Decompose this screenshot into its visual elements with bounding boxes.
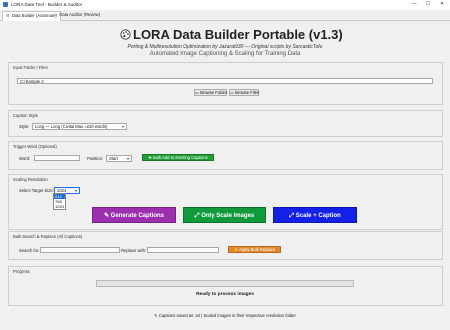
input-folder-section: Input Folder / Files C:/Sample 2 ▭ Brows…: [8, 62, 443, 105]
position-value: Start: [109, 156, 118, 161]
scale-caption-button[interactable]: ⤢ Scale + Caption: [273, 207, 357, 223]
section-title: Bulk Search & Replace (All Captions): [13, 234, 83, 239]
trigger-word-input[interactable]: [34, 155, 80, 161]
target-size-label: Select Target Size:: [19, 188, 54, 193]
tagline: Automated Image Captioning & Scaling for…: [149, 51, 301, 57]
word-label: Word:: [19, 156, 31, 161]
window-title: LORA Data Tool - Builder & Auditor: [11, 2, 83, 7]
tab-data-auditor[interactable]: ⌕ Data Auditor (Review): [52, 11, 103, 19]
generate-captions-label: Generate Captions: [110, 213, 165, 219]
position-label: Position:: [87, 156, 104, 161]
target-size-dropdown: 512 768 1024: [53, 193, 66, 210]
tab-label: Data Auditor (Review): [59, 12, 101, 17]
chevron-down-icon: ▾: [74, 188, 77, 193]
apply-bulk-replace-button[interactable]: ⚡Apply Bulk Replace: [228, 246, 281, 253]
apply-bulk-replace-label: Apply Bulk Replace: [238, 247, 276, 252]
footer-note: ✎ Captions saved as .txt | Scaled images…: [0, 313, 450, 318]
caption-style-value: Long — Long (Civitai Max ≈220 words): [35, 124, 108, 129]
only-scale-label: Only Scale Images: [201, 213, 255, 219]
tab-bar: ⚒ Data Builder (Automate) ⌕ Data Auditor (…: [0, 10, 450, 21]
size-option-1024[interactable]: 1024: [54, 204, 65, 209]
tab-label: Data Builder (Automate): [11, 13, 57, 18]
input-path-field[interactable]: C:/Sample 2: [17, 78, 433, 84]
title-bar: LORA Data Tool - Builder & Auditor — ☐ ✕: [0, 0, 450, 10]
credits-subtitle: Porting & Multiresolution Optimization b…: [127, 44, 323, 50]
caption-style-select[interactable]: Long — Long (Civitai Max ≈220 words) ▾: [32, 123, 127, 130]
generate-captions-button[interactable]: ✎ Generate Captions: [92, 207, 176, 223]
palette-icon: [120, 29, 131, 40]
wrench-icon: ⚒: [6, 13, 10, 18]
only-scale-images-button[interactable]: ⤢ Only Scale Images: [183, 207, 266, 223]
replace-input[interactable]: [147, 247, 219, 253]
replace-label: Replace with:: [121, 248, 147, 253]
section-title: Caption Style: [13, 113, 38, 118]
section-title: Input Folder / Files: [13, 65, 48, 70]
search-label: Search for:: [19, 248, 40, 253]
chevron-down-icon: ▾: [126, 156, 129, 161]
browse-files-button[interactable]: ▭ Browse Files: [229, 89, 259, 96]
page-title: LORA Data Builder Portable (v1.3): [133, 27, 343, 42]
close-button[interactable]: ✕: [436, 1, 448, 8]
chevron-down-icon: ▾: [121, 124, 124, 129]
section-title: Trigger Word (Optional): [13, 144, 57, 149]
bulk-add-button[interactable]: ✚ Bulk Add to Existing Captions: [142, 154, 214, 161]
palette-icon: ✎: [103, 213, 111, 219]
scale-caption-label: Scale + Caption: [295, 213, 341, 219]
maximize-button[interactable]: ☐: [422, 1, 434, 8]
section-title: Scaling Resolution: [13, 177, 48, 182]
status-text: Ready to process images: [196, 292, 254, 297]
browse-folder-label: Browse Folder: [200, 90, 228, 95]
bulk-replace-section: Bulk Search & Replace (All Captions) Sea…: [8, 231, 443, 260]
position-select[interactable]: Start ▾: [106, 155, 132, 162]
section-title: Progress: [13, 269, 30, 274]
search-input[interactable]: [40, 247, 120, 253]
trigger-word-section: Trigger Word (Optional) Word: Position: …: [8, 141, 443, 170]
progress-bar: [96, 280, 354, 287]
minimize-button[interactable]: —: [408, 1, 420, 8]
browse-files-label: Browse Files: [235, 90, 260, 95]
footer-note-text: Captions saved as .txt | Scaled images i…: [158, 313, 296, 318]
caption-style-section: Caption Style Style: Long — Long (Civita…: [8, 110, 443, 137]
app-icon: [3, 2, 8, 7]
bulk-add-label: Bulk Add to Existing Captions: [152, 155, 208, 160]
browse-folder-button[interactable]: ▭ Browse Folder: [194, 89, 227, 96]
magnifier-icon: ⌕: [55, 12, 58, 17]
style-label: Style:: [19, 124, 30, 129]
